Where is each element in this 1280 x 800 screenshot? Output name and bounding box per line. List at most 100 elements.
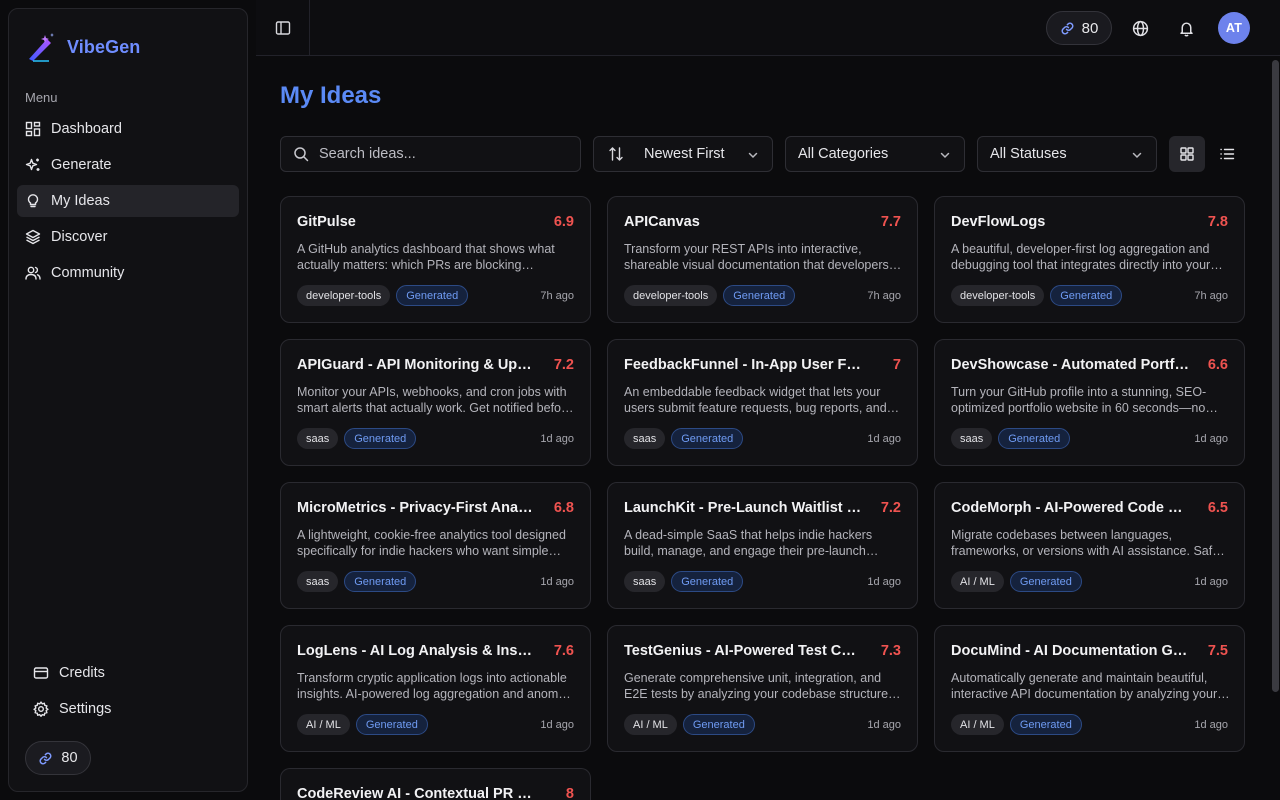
idea-title: FeedbackFunnel - In-App User Feedback [624, 357, 862, 373]
idea-card[interactable]: LaunchKit - Pre-Launch Waitlist & Referr… [607, 482, 918, 609]
idea-score: 7.8 [1207, 214, 1228, 230]
sidebar-item-label: Dashboard [51, 121, 122, 137]
idea-timestamp: 1d ago [1194, 576, 1228, 588]
idea-title: LogLens - AI Log Analysis & Insights [297, 643, 535, 659]
idea-title: GitPulse [297, 214, 356, 230]
idea-title: APICanvas [624, 214, 700, 230]
idea-tags: AI / ML Generated [951, 714, 1082, 735]
sparkles-icon [25, 158, 40, 171]
category-badge: saas [624, 571, 666, 592]
top-bar: 80 AT [256, 0, 1280, 56]
sidebar-item-discover[interactable]: Discover [17, 221, 239, 253]
idea-score: 8 [565, 786, 574, 800]
grid-view-button[interactable] [1169, 136, 1205, 172]
sidebar-item-generate[interactable]: Generate [17, 149, 239, 181]
idea-score: 7.2 [553, 357, 574, 373]
search-input[interactable] [319, 146, 559, 162]
chevron-down-icon [748, 152, 758, 159]
idea-card[interactable]: APIGuard - API Monitoring & Uptime 7.2 M… [280, 339, 591, 466]
sidebar-toggle-button[interactable] [256, 0, 310, 56]
idea-timestamp: 1d ago [540, 433, 574, 445]
status-badge: Generated [1009, 714, 1082, 735]
idea-tags: AI / ML Generated [951, 571, 1082, 592]
idea-score: 7.6 [553, 643, 574, 659]
idea-description: Generate comprehensive unit, integration… [624, 671, 889, 701]
sidebar-bottom-nav: Credits Settings [25, 657, 231, 729]
status-badge: Generated [396, 285, 469, 306]
sidebar-item-label: Discover [51, 229, 108, 245]
users-icon [25, 266, 41, 280]
brand[interactable]: VibeGen [25, 27, 140, 67]
status-badge: Generated [1009, 571, 1082, 592]
idea-tags: developer-tools Generated [951, 285, 1123, 306]
category-select-value: All Categories [798, 146, 889, 162]
sidebar-item-credits[interactable]: Credits [25, 657, 231, 689]
category-badge: developer-tools [624, 285, 718, 306]
logo-icon [29, 33, 54, 62]
category-badge: saas [624, 428, 666, 449]
header-credits-badge[interactable]: 80 [1046, 11, 1112, 45]
idea-score: 7.2 [880, 500, 901, 516]
status-badge: Generated [998, 428, 1071, 449]
idea-description: Automatically generate and maintain beau… [951, 671, 1218, 701]
sidebar-item-settings[interactable]: Settings [25, 693, 231, 725]
app-root: VibeGen Menu Dashboard Generate My Ideas… [0, 0, 1280, 800]
credit-card-icon [33, 667, 49, 679]
language-button[interactable] [1128, 16, 1152, 40]
category-select[interactable]: All Categories [785, 136, 965, 172]
idea-card[interactable]: CodeMorph - AI-Powered Code Migration 6.… [934, 482, 1245, 609]
idea-tags: AI / ML Generated [297, 714, 428, 735]
idea-card[interactable]: CodeReview AI - Contextual PR Reviews 8 [280, 768, 591, 800]
idea-title: CodeReview AI - Contextual PR Reviews [297, 786, 535, 800]
menu-label: Menu [25, 90, 58, 105]
notifications-button[interactable] [1174, 16, 1198, 40]
sidebar-item-community[interactable]: Community [17, 257, 239, 289]
idea-card[interactable]: FeedbackFunnel - In-App User Feedback 7 … [607, 339, 918, 466]
idea-card[interactable]: DocuMind - AI Documentation Generator 7.… [934, 625, 1245, 752]
idea-description: A dead-simple SaaS that helps indie hack… [624, 528, 873, 558]
search-box[interactable] [280, 136, 581, 172]
idea-card[interactable]: GitPulse 6.9 A GitHub analytics dashboar… [280, 196, 591, 323]
idea-timestamp: 7h ago [1194, 290, 1228, 302]
idea-card[interactable]: TestGenius - AI-Powered Test Case Genera… [607, 625, 918, 752]
idea-score: 7.3 [880, 643, 901, 659]
idea-title: CodeMorph - AI-Powered Code Migration [951, 500, 1189, 516]
idea-card[interactable]: DevFlowLogs 7.8 A beautiful, developer-f… [934, 196, 1245, 323]
idea-tags: saas Generated [297, 571, 417, 592]
sidebar-item-my-ideas[interactable]: My Ideas [17, 185, 239, 217]
sort-select[interactable]: Newest First [593, 136, 773, 172]
bell-icon [1179, 21, 1193, 36]
idea-score: 6.5 [1207, 500, 1228, 516]
idea-card[interactable]: MicroMetrics - Privacy-First Analytics 6… [280, 482, 591, 609]
chevron-down-icon [940, 152, 950, 159]
list-view-button[interactable] [1209, 136, 1245, 172]
idea-score: 7.5 [1207, 643, 1228, 659]
idea-title: DevFlowLogs [951, 214, 1046, 230]
user-avatar[interactable]: AT [1218, 12, 1250, 44]
sidebar-item-label: Generate [51, 157, 112, 173]
status-select[interactable]: All Statuses [977, 136, 1157, 172]
sidebar-credits-value: 80 [61, 750, 78, 766]
status-badge: Generated [723, 285, 796, 306]
idea-timestamp: 1d ago [867, 719, 901, 731]
idea-card[interactable]: APICanvas 7.7 Transform your REST APIs i… [607, 196, 918, 323]
idea-score: 7 [892, 357, 901, 373]
idea-score: 6.6 [1207, 357, 1228, 373]
status-badge: Generated [671, 428, 744, 449]
sidebar: VibeGen Menu Dashboard Generate My Ideas… [8, 8, 248, 792]
idea-timestamp: 1d ago [1194, 433, 1228, 445]
idea-title: TestGenius - AI-Powered Test Case Genera… [624, 643, 862, 659]
idea-score: 7.7 [880, 214, 901, 230]
sidebar-credits-badge[interactable]: 80 [25, 741, 91, 775]
status-badge: Generated [1050, 285, 1123, 306]
layers-icon [25, 229, 41, 245]
idea-card[interactable]: DevShowcase - Automated Portfolio 6.6 Tu… [934, 339, 1245, 466]
idea-timestamp: 7h ago [540, 290, 574, 302]
category-badge: AI / ML [297, 714, 350, 735]
idea-description: Transform cryptic application logs into … [297, 671, 575, 701]
status-badge: Generated [682, 714, 755, 735]
idea-card[interactable]: LogLens - AI Log Analysis & Insights 7.6… [280, 625, 591, 752]
sidebar-item-dashboard[interactable]: Dashboard [17, 113, 239, 145]
scrollbar-thumb[interactable] [1272, 60, 1279, 692]
globe-icon [1132, 20, 1148, 36]
